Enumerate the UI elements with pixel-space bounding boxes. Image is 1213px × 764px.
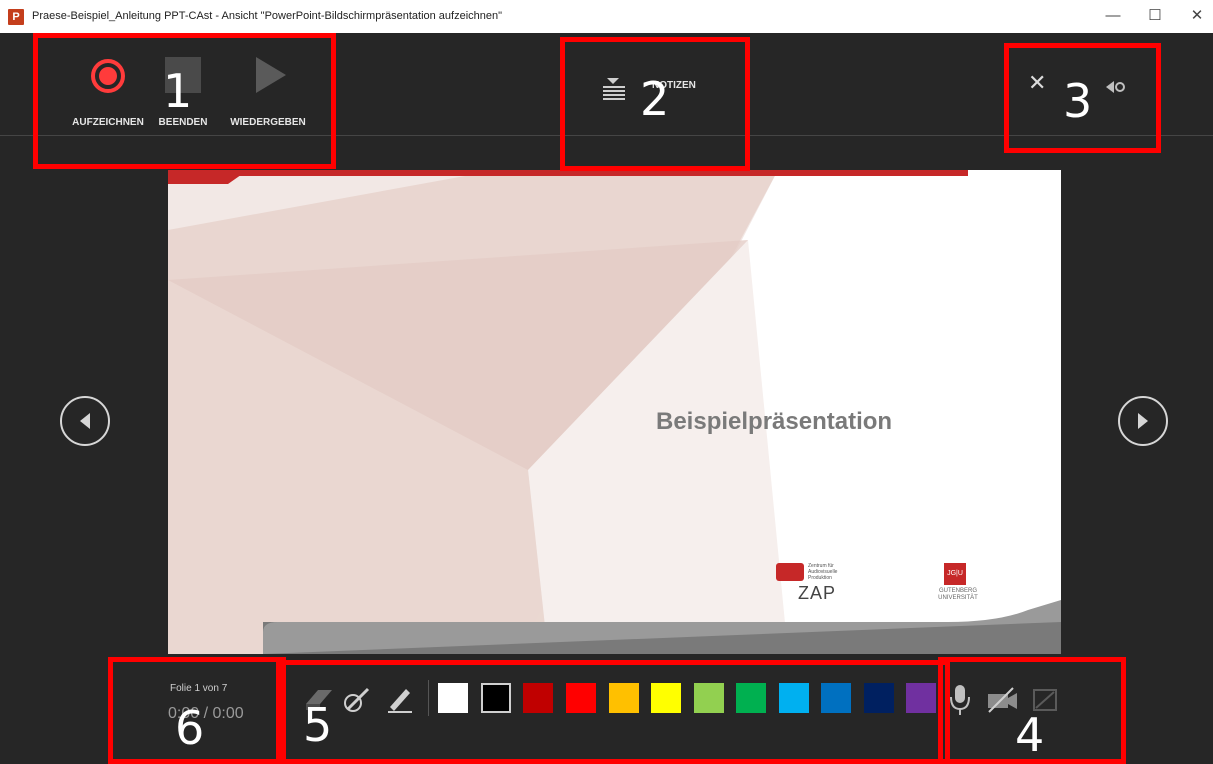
zap-logo-text: ZAP <box>798 583 837 603</box>
window-title: Praese-Beispiel_Anleitung PPT-CAst - Ans… <box>32 10 503 22</box>
maximize-button[interactable]: ☐ <box>1140 4 1170 28</box>
jgu-logo-text: GUTENBERG UNIVERSITÄT <box>938 588 978 601</box>
slide-background-graphic <box>168 170 1061 654</box>
chevron-right-icon <box>1138 413 1148 429</box>
slide-preview: Beispielpräsentation Zentrum für Audiovi… <box>168 170 1061 654</box>
zap-logo-mark <box>776 563 804 581</box>
previous-slide-button[interactable] <box>60 396 110 446</box>
annotation-number-1: 1 <box>163 64 193 118</box>
annotation-number-4: 4 <box>1015 708 1045 762</box>
jgu-logo-badge: JG|U <box>944 563 966 585</box>
window-title-bar: P Praese-Beispiel_Anleitung PPT-CAst - A… <box>0 0 1213 33</box>
close-window-button[interactable]: ✕ <box>1182 4 1212 28</box>
zap-logo-caption: Zentrum für Audiovisuelle Produktion <box>808 563 838 581</box>
chevron-left-icon <box>80 413 90 429</box>
annotation-number-5: 5 <box>303 698 333 752</box>
next-slide-button[interactable] <box>1118 396 1168 446</box>
minimize-button[interactable]: — <box>1098 4 1128 28</box>
powerpoint-app-icon: P <box>8 9 24 25</box>
annotation-box-5 <box>276 660 950 764</box>
annotation-number-3: 3 <box>1063 74 1093 128</box>
slide-title: Beispielpräsentation <box>656 408 893 435</box>
annotation-number-6: 6 <box>175 701 205 755</box>
annotation-number-2: 2 <box>640 72 670 126</box>
